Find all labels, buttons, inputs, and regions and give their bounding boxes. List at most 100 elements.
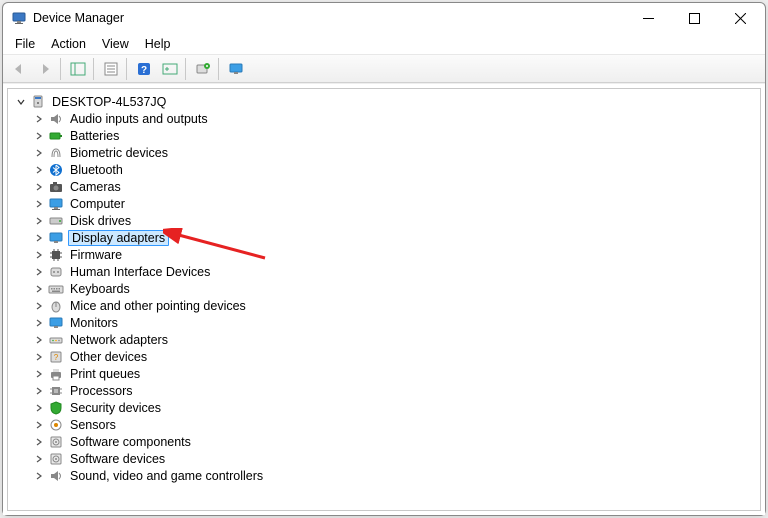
titlebar[interactable]: Device Manager	[3, 3, 765, 33]
tree-item[interactable]: Sensors	[8, 416, 760, 433]
tree-item[interactable]: Disk drives	[8, 212, 760, 229]
fingerprint-icon	[48, 145, 64, 161]
chevron-right-icon[interactable]	[32, 435, 46, 449]
chevron-right-icon[interactable]	[32, 452, 46, 466]
tree-item[interactable]: Biometric devices	[8, 144, 760, 161]
chevron-right-icon[interactable]	[32, 299, 46, 313]
tree-item-label: Keyboards	[68, 282, 132, 296]
tree-item[interactable]: Security devices	[8, 399, 760, 416]
tree-item[interactable]: Bluetooth	[8, 161, 760, 178]
chevron-right-icon[interactable]	[32, 146, 46, 160]
chevron-right-icon[interactable]	[32, 231, 46, 245]
battery-icon	[48, 128, 64, 144]
tree-item[interactable]: Keyboards	[8, 280, 760, 297]
properties-button[interactable]	[99, 58, 123, 80]
monitor-config-button[interactable]	[224, 58, 248, 80]
tree-item[interactable]: Print queues	[8, 365, 760, 382]
chevron-right-icon[interactable]	[32, 401, 46, 415]
chevron-right-icon[interactable]	[32, 418, 46, 432]
cpu-icon	[48, 383, 64, 399]
scan-hardware-button[interactable]	[191, 58, 215, 80]
chevron-right-icon[interactable]	[32, 163, 46, 177]
tree-item[interactable]: Firmware	[8, 246, 760, 263]
tree-item-label: Display adapters	[68, 230, 169, 246]
network-icon	[48, 332, 64, 348]
nav-back-button[interactable]	[7, 58, 31, 80]
chevron-right-icon[interactable]	[32, 129, 46, 143]
chevron-right-icon[interactable]	[32, 112, 46, 126]
chevron-right-icon[interactable]	[32, 316, 46, 330]
tree-item-label: Other devices	[68, 350, 149, 364]
client-area: DESKTOP-4L537JQAudio inputs and outputs B…	[3, 83, 765, 515]
menu-action[interactable]: Action	[43, 35, 94, 53]
tree-item[interactable]: Sound, video and game controllers	[8, 467, 760, 484]
tree-item-label: Batteries	[68, 129, 121, 143]
software-icon	[48, 434, 64, 450]
device-manager-window: Device Manager File Action View Help ? D…	[2, 2, 766, 516]
tree-item[interactable]: Computer	[8, 195, 760, 212]
tree-item[interactable]: Software components	[8, 433, 760, 450]
close-button[interactable]	[717, 3, 763, 33]
help-button[interactable]: ?	[132, 58, 156, 80]
computer-icon	[48, 196, 64, 212]
chevron-right-icon[interactable]	[32, 248, 46, 262]
menu-view[interactable]: View	[94, 35, 137, 53]
tree-item-label: Sensors	[68, 418, 118, 432]
camera-icon	[48, 179, 64, 195]
window-controls	[625, 3, 763, 33]
tree-item-label: Firmware	[68, 248, 124, 262]
action-icon-button[interactable]	[158, 58, 182, 80]
chevron-right-icon[interactable]	[32, 265, 46, 279]
tree-item[interactable]: ?Other devices	[8, 348, 760, 365]
tree-item-label: Security devices	[68, 401, 163, 415]
printer-icon	[48, 366, 64, 382]
tree-item[interactable]: Audio inputs and outputs	[8, 110, 760, 127]
menu-file[interactable]: File	[7, 35, 43, 53]
tree-root-label: DESKTOP-4L537JQ	[50, 95, 168, 109]
toolbar-separator	[126, 58, 129, 80]
nav-forward-button[interactable]	[33, 58, 57, 80]
chevron-right-icon[interactable]	[32, 384, 46, 398]
chevron-right-icon[interactable]	[32, 214, 46, 228]
toolbar-separator	[185, 58, 188, 80]
tree-item[interactable]: Cameras	[8, 178, 760, 195]
speaker-icon	[48, 468, 64, 484]
chevron-right-icon[interactable]	[32, 197, 46, 211]
hid-icon	[48, 264, 64, 280]
tree-item[interactable]: Human Interface Devices	[8, 263, 760, 280]
chevron-right-icon[interactable]	[32, 282, 46, 296]
bluetooth-icon	[48, 162, 64, 178]
chevron-right-icon[interactable]	[32, 180, 46, 194]
tree-root-node[interactable]: DESKTOP-4L537JQ	[8, 93, 760, 110]
computer-icon	[30, 94, 46, 110]
device-tree[interactable]: DESKTOP-4L537JQAudio inputs and outputs B…	[8, 89, 760, 510]
window-title: Device Manager	[33, 11, 625, 25]
content-frame: DESKTOP-4L537JQAudio inputs and outputs B…	[7, 88, 761, 511]
chevron-down-icon[interactable]	[14, 95, 28, 109]
tree-item-label: Biometric devices	[68, 146, 170, 160]
chevron-right-icon[interactable]	[32, 333, 46, 347]
tree-item[interactable]: Monitors	[8, 314, 760, 331]
tree-item[interactable]: Batteries	[8, 127, 760, 144]
toolbar-separator	[93, 58, 96, 80]
menu-help[interactable]: Help	[137, 35, 179, 53]
tree-item[interactable]: Mice and other pointing devices	[8, 297, 760, 314]
tree-item-label: Disk drives	[68, 214, 133, 228]
svg-text:?: ?	[141, 65, 147, 76]
tree-item[interactable]: Software devices	[8, 450, 760, 467]
maximize-button[interactable]	[671, 3, 717, 33]
chevron-right-icon[interactable]	[32, 367, 46, 381]
sensor-icon	[48, 417, 64, 433]
tree-item-label: Computer	[68, 197, 127, 211]
tree-item[interactable]: Network adapters	[8, 331, 760, 348]
toolbar-separator	[218, 58, 221, 80]
chevron-right-icon[interactable]	[32, 350, 46, 364]
tree-item[interactable]: Processors	[8, 382, 760, 399]
tree-item-label: Bluetooth	[68, 163, 125, 177]
show-hide-console-tree-button[interactable]	[66, 58, 90, 80]
minimize-button[interactable]	[625, 3, 671, 33]
tree-item[interactable]: Display adapters	[8, 229, 760, 246]
software-icon	[48, 451, 64, 467]
chevron-right-icon[interactable]	[32, 469, 46, 483]
display-icon	[48, 230, 64, 246]
